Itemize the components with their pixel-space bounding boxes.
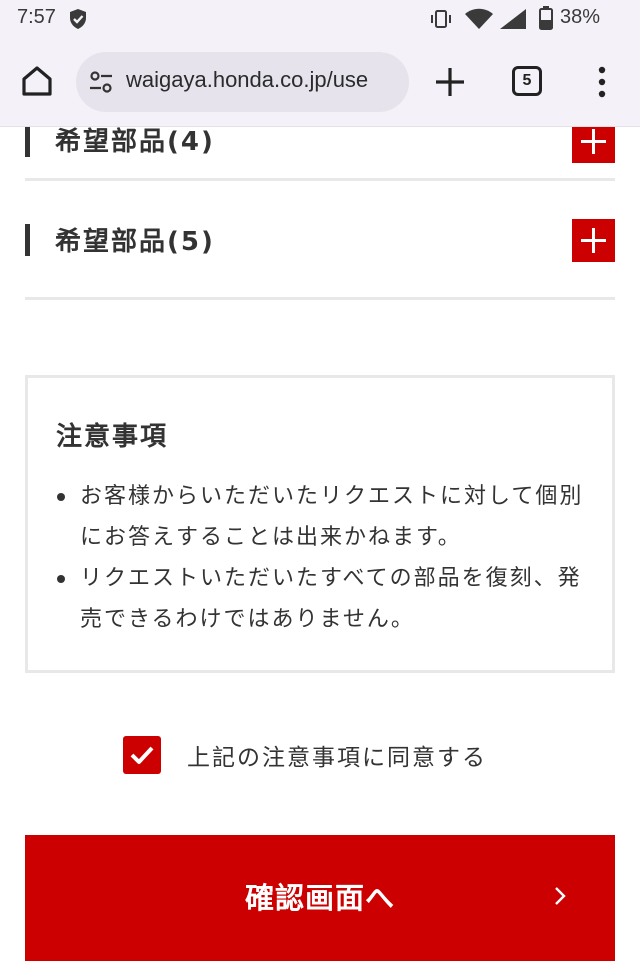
more-vert-icon[interactable] (590, 64, 614, 100)
notice-item-text: リクエストいただいたすべての部品を復刻、発売できるわけではありません。 (80, 566, 582, 632)
bullet (57, 493, 65, 501)
home-icon[interactable] (16, 60, 58, 102)
wifi-icon (465, 8, 493, 29)
status-time: 7:57 (17, 6, 56, 28)
notice-box: 注意事項 お客様からいただいたリクエストに対して個別にお答えすることは出来かねま… (25, 375, 615, 673)
expand-plus-icon[interactable] (572, 219, 615, 262)
section-marker (25, 127, 30, 157)
checkmark-icon (130, 746, 154, 764)
plus-icon[interactable] (432, 64, 468, 100)
notice-item-text: お客様からいただいたリクエストに対して個別にお答えすることは出来かねます。 (80, 484, 584, 550)
agree-checkbox[interactable] (123, 736, 161, 774)
battery-icon (539, 6, 553, 30)
chevron-right-icon (555, 887, 566, 905)
parts-section-title: 希望部品(4) (55, 127, 215, 157)
site-settings-icon[interactable] (88, 69, 114, 95)
parts-section-4[interactable]: 希望部品(4) (25, 127, 615, 181)
tab-switcher-icon[interactable]: 5 (512, 66, 542, 96)
notice-title: 注意事項 (56, 422, 169, 452)
agree-label[interactable]: 上記の注意事項に同意する (187, 738, 487, 772)
url-bar[interactable]: waigaya.honda.co.jp/use (76, 52, 409, 112)
parts-section-title: 希望部品(5) (55, 227, 215, 257)
expand-plus-icon[interactable] (572, 127, 615, 163)
vibrate-icon (431, 10, 451, 28)
section-marker (25, 224, 30, 256)
agree-row[interactable]: 上記の注意事項に同意する (123, 735, 487, 775)
url-text[interactable]: waigaya.honda.co.jp/use (126, 67, 398, 93)
page-content: 希望部品(4) 希望部品(5) 注意事項 お客様からいただいたリクエストに対して… (0, 127, 640, 969)
bullet (57, 575, 65, 583)
notice-list: お客様からいただいたリクエストに対して個別にお答えすることは出来かねます。 リク… (57, 476, 590, 640)
list-item: リクエストいただいたすべての部品を復刻、発売できるわけではありません。 (57, 558, 590, 640)
list-item: お客様からいただいたリクエストに対して個別にお答えすることは出来かねます。 (57, 476, 590, 558)
signal-icon (500, 9, 526, 29)
status-bar: 7:57 38% (0, 0, 640, 38)
confirm-button[interactable]: 確認画面へ (25, 835, 615, 961)
browser-toolbar: waigaya.honda.co.jp/use 5 (0, 38, 640, 127)
confirm-button-label: 確認画面へ (244, 881, 395, 915)
battery-percent: 38% (560, 6, 601, 28)
parts-section-5[interactable]: 希望部品(5) (25, 181, 615, 300)
shield-check-icon (70, 9, 86, 29)
